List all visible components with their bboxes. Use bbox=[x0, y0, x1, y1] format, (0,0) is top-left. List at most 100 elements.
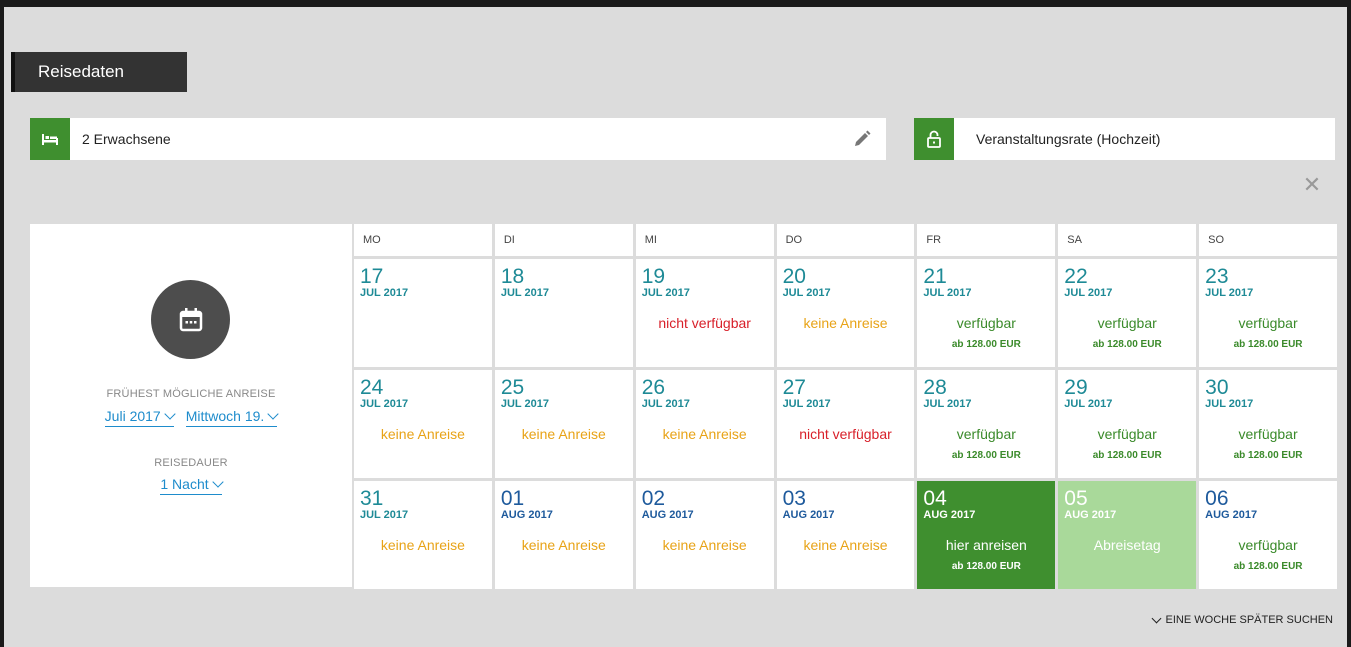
calendar-day-cell[interactable]: 26 JUL 2017 keine Anreise bbox=[635, 370, 774, 478]
close-icon[interactable]: ✕ bbox=[1300, 173, 1324, 197]
calendar-day-cell[interactable]: 01 AUG 2017 keine Anreise bbox=[494, 481, 633, 589]
day-number: 03 bbox=[782, 487, 806, 510]
day-number: 29 bbox=[1064, 376, 1088, 399]
day-number: 28 bbox=[923, 376, 947, 399]
day-price: ab 128.00 EUR bbox=[1233, 339, 1303, 350]
day-select[interactable]: Mittwoch 19. bbox=[185, 408, 279, 427]
weekday-header: MO bbox=[354, 224, 492, 256]
day-number: 20 bbox=[782, 265, 806, 288]
rate-label: Veranstaltungsrate (Hochzeit) bbox=[976, 131, 1161, 147]
chevron-down-icon bbox=[267, 408, 279, 420]
calendar-day-cell[interactable]: 20 JUL 2017 keine Anreise bbox=[776, 259, 915, 367]
day-month: JUL 2017 bbox=[1064, 398, 1113, 410]
header-accent bbox=[11, 52, 15, 92]
calendar-day-cell[interactable]: 06 AUG 2017 verfügbar ab 128.00 EUR bbox=[1199, 481, 1337, 589]
calendar-icon bbox=[151, 280, 230, 359]
duration-select[interactable]: 1 Nacht bbox=[160, 476, 224, 495]
weekday-header: MI bbox=[635, 224, 774, 256]
chevron-down-icon bbox=[1151, 613, 1161, 623]
rate-bar[interactable]: Veranstaltungsrate (Hochzeit) bbox=[914, 118, 1335, 160]
day-number: 04 bbox=[923, 487, 947, 510]
day-status: keine Anreise bbox=[521, 426, 606, 442]
day-status: keine Anreise bbox=[803, 537, 888, 553]
day-month: AUG 2017 bbox=[923, 509, 976, 521]
pencil-icon[interactable] bbox=[852, 129, 872, 154]
day-month: AUG 2017 bbox=[500, 509, 553, 521]
one-week-later-button[interactable]: EINE WOCHE SPÄTER SUCHEN bbox=[1151, 613, 1333, 626]
day-month: JUL 2017 bbox=[782, 398, 831, 410]
guests-bar[interactable]: 2 Erwachsene bbox=[30, 118, 886, 160]
duration-selects: 1 Nacht bbox=[30, 476, 352, 495]
day-status: verfügbar bbox=[1238, 315, 1298, 331]
day-number: 02 bbox=[641, 487, 666, 510]
arrival-selects: Juli 2017 Mittwoch 19. bbox=[30, 408, 352, 427]
calendar-day-cell[interactable]: 24 JUL 2017 keine Anreise bbox=[354, 370, 492, 478]
day-month: JUL 2017 bbox=[360, 398, 409, 410]
day-number: 24 bbox=[360, 376, 384, 399]
day-month: JUL 2017 bbox=[1205, 398, 1254, 410]
calendar-day-cell[interactable]: 04 AUG 2017 hier anreisen ab 128.00 EUR bbox=[917, 481, 1056, 589]
calendar-day-cell[interactable]: 30 JUL 2017 verfügbar ab 128.00 EUR bbox=[1199, 370, 1337, 478]
day-number: 01 bbox=[500, 487, 525, 510]
day-month: JUL 2017 bbox=[360, 509, 409, 521]
date-selector-panel: FRÜHEST MÖGLICHE ANREISE Juli 2017 Mittw… bbox=[30, 224, 352, 587]
day-month: JUL 2017 bbox=[1064, 287, 1113, 299]
day-status: verfügbar bbox=[956, 315, 1016, 331]
day-price: ab 128.00 EUR bbox=[1233, 450, 1303, 461]
calendar-day-cell[interactable]: 18 JUL 2017 bbox=[494, 259, 633, 367]
day-status: verfügbar bbox=[1238, 537, 1298, 553]
calendar-day-cell[interactable]: 27 JUL 2017 nicht verfügbar bbox=[776, 370, 915, 478]
day-month: JUL 2017 bbox=[360, 287, 409, 299]
day-status: Abreisetag bbox=[1093, 537, 1161, 553]
section-header: Reisedaten bbox=[11, 52, 187, 92]
day-number: 22 bbox=[1064, 265, 1088, 288]
calendar-day-cell[interactable]: 22 JUL 2017 verfügbar ab 128.00 EUR bbox=[1058, 259, 1197, 367]
day-price: ab 128.00 EUR bbox=[1092, 339, 1162, 350]
booking-panel: Reisedaten 2 Erwachsene Veranstaltungsra… bbox=[4, 7, 1347, 647]
calendar-day-cell[interactable]: 03 AUG 2017 keine Anreise bbox=[776, 481, 915, 589]
day-select-value: Mittwoch 19. bbox=[185, 408, 265, 424]
bed-icon bbox=[30, 118, 70, 160]
day-month: JUL 2017 bbox=[500, 398, 549, 410]
day-month: AUG 2017 bbox=[782, 509, 835, 521]
calendar-day-cell[interactable]: 17 JUL 2017 bbox=[354, 259, 492, 367]
day-number: 19 bbox=[641, 265, 666, 288]
day-month: AUG 2017 bbox=[641, 509, 694, 521]
day-number: 31 bbox=[360, 487, 384, 510]
day-number: 26 bbox=[641, 376, 666, 399]
day-status: keine Anreise bbox=[662, 426, 747, 442]
day-status: keine Anreise bbox=[380, 426, 465, 442]
calendar-day-cell[interactable]: 21 JUL 2017 verfügbar ab 128.00 EUR bbox=[917, 259, 1056, 367]
chevron-down-icon bbox=[211, 476, 224, 488]
calendar-day-cell[interactable]: 28 JUL 2017 verfügbar ab 128.00 EUR bbox=[917, 370, 1056, 478]
calendar-day-cell[interactable]: 05 AUG 2017 Abreisetag bbox=[1058, 481, 1197, 589]
calendar-day-cell[interactable]: 19 JUL 2017 nicht verfügbar bbox=[635, 259, 774, 367]
day-month: JUL 2017 bbox=[1205, 287, 1254, 299]
day-price: ab 128.00 EUR bbox=[1233, 561, 1303, 572]
calendar-day-cell[interactable]: 29 JUL 2017 verfügbar ab 128.00 EUR bbox=[1058, 370, 1197, 478]
day-month: AUG 2017 bbox=[1205, 509, 1258, 521]
month-select-value: Juli 2017 bbox=[104, 408, 161, 424]
day-number: 30 bbox=[1205, 376, 1229, 399]
day-month: JUL 2017 bbox=[782, 287, 831, 299]
weekday-header: SO bbox=[1199, 224, 1337, 256]
day-number: 25 bbox=[500, 376, 525, 399]
calendar-day-cell[interactable]: 25 JUL 2017 keine Anreise bbox=[494, 370, 633, 478]
section-title: Reisedaten bbox=[38, 62, 125, 81]
day-price: ab 128.00 EUR bbox=[951, 339, 1021, 350]
day-price: ab 128.00 EUR bbox=[951, 561, 1021, 572]
calendar-day-cell[interactable]: 23 JUL 2017 verfügbar ab 128.00 EUR bbox=[1199, 259, 1337, 367]
chevron-down-icon bbox=[164, 408, 176, 420]
calendar-grid: MO DI MI DO FR SA SO 17 JUL 2017 18 JUL 2017 19 JUL … bbox=[354, 224, 1337, 589]
guests-label: 2 Erwachsene bbox=[82, 131, 171, 147]
day-month: JUL 2017 bbox=[500, 287, 549, 299]
calendar-day-cell[interactable]: 02 AUG 2017 keine Anreise bbox=[635, 481, 774, 589]
weekday-header: FR bbox=[917, 224, 1056, 256]
day-status: verfügbar bbox=[956, 426, 1016, 442]
day-price: ab 128.00 EUR bbox=[951, 450, 1021, 461]
day-status: hier anreisen bbox=[945, 537, 1027, 553]
duration-label: REISEDAUER bbox=[154, 457, 228, 469]
month-select[interactable]: Juli 2017 bbox=[104, 408, 176, 427]
day-month: JUL 2017 bbox=[641, 287, 690, 299]
calendar-day-cell[interactable]: 31 JUL 2017 keine Anreise bbox=[354, 481, 492, 589]
